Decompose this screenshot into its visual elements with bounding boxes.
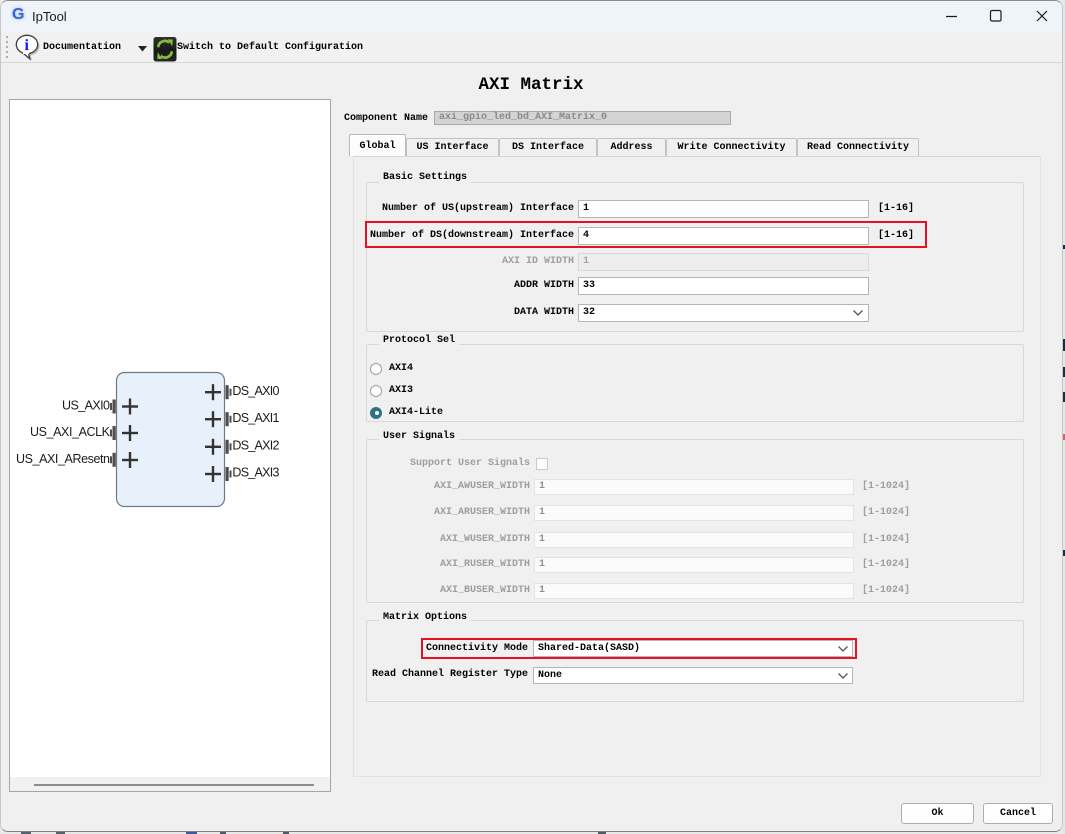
svg-text:DS_AXI3: DS_AXI3: [232, 466, 279, 480]
svg-text:DS_AXI1: DS_AXI1: [232, 411, 279, 425]
svg-text:DS_AXI2: DS_AXI2: [232, 439, 279, 453]
svg-text:DS_AXI0: DS_AXI0: [232, 384, 279, 398]
svg-text:i: i: [24, 37, 29, 54]
svg-text:US_AXI_AResetn: US_AXI_AResetn: [16, 452, 110, 466]
svg-text:US_AXI0: US_AXI0: [62, 399, 110, 413]
svg-text:US_AXI_ACLK: US_AXI_ACLK: [30, 425, 111, 439]
